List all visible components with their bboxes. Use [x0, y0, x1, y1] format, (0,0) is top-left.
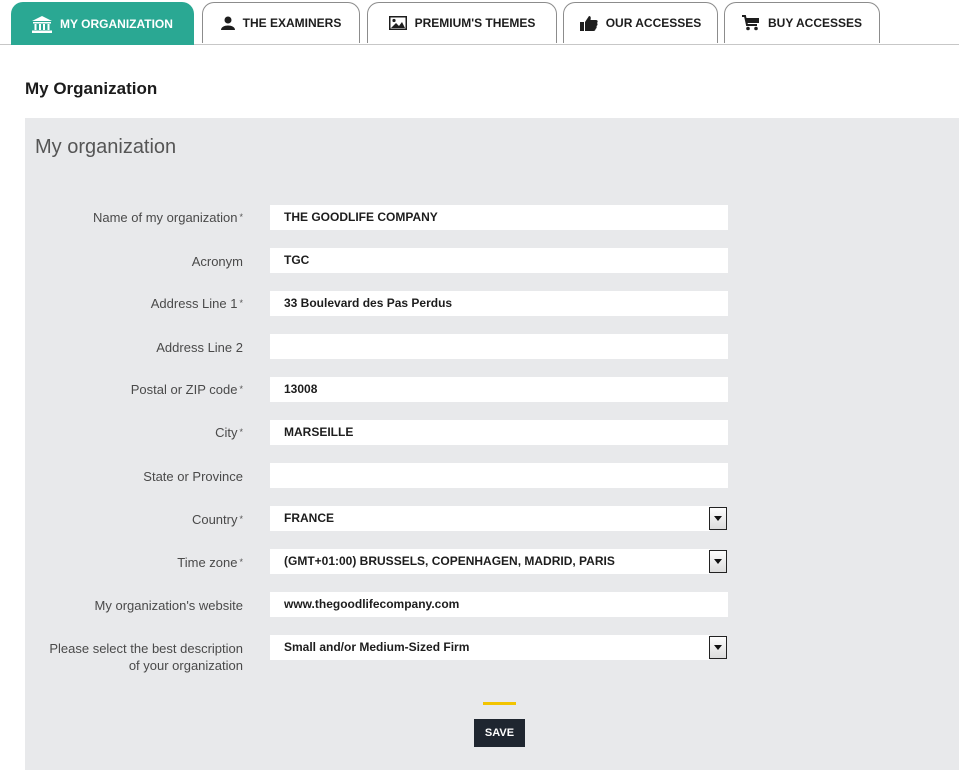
country-select[interactable]: FRANCE [270, 506, 710, 531]
thumbs-up-icon [579, 15, 598, 31]
user-icon [220, 16, 235, 30]
tab-buy-accesses[interactable]: BUY ACCESSES [724, 2, 880, 43]
description-label: Please select the best description of yo… [49, 641, 243, 673]
address-line-2-input[interactable] [270, 334, 728, 359]
time-zone-label: Time zone * [177, 555, 243, 570]
address-line-1-input[interactable] [270, 291, 728, 316]
tab-label: MY ORGANIZATION [60, 17, 173, 31]
tab-premiums-themes[interactable]: PREMIUM'S THEMES [367, 2, 557, 43]
tab-label: PREMIUM'S THEMES [414, 16, 536, 30]
name-label: Name of my organization * [92, 210, 243, 225]
tab-label: BUY ACCESSES [767, 16, 863, 30]
tab-label: OUR ACCESSES [605, 16, 702, 30]
postal-code-input[interactable] [270, 377, 728, 402]
country-dropdown-button[interactable] [709, 507, 727, 530]
country-label: Country * [191, 512, 243, 527]
acronym-input[interactable] [270, 248, 728, 273]
panel-title: My organization [35, 136, 177, 158]
tab-label: THE EXAMINERS [242, 16, 342, 30]
tab-bar: MY ORGANIZATION THE EXAMINERS PREMIUM'S … [0, 0, 959, 46]
website-label: My organization's website [94, 598, 243, 613]
address-line-2-label: Address Line 2 [156, 340, 243, 355]
state-input[interactable] [270, 463, 728, 488]
description-dropdown-button[interactable] [709, 636, 727, 659]
chevron-down-icon [714, 645, 722, 650]
organization-description-select[interactable]: Small and/or Medium-Sized Firm [270, 635, 710, 660]
organization-name-input[interactable] [270, 205, 728, 230]
cart-icon [741, 15, 760, 31]
address-line-1-label: Address Line 1 * [150, 296, 243, 311]
tab-the-examiners[interactable]: THE EXAMINERS [202, 2, 360, 43]
divider [483, 702, 516, 705]
chevron-down-icon [714, 559, 722, 564]
organization-form-panel: My organization Name of my organization *… [25, 118, 959, 770]
bank-icon [32, 15, 53, 33]
page-title: My Organization [25, 79, 158, 98]
tab-our-accesses[interactable]: OUR ACCESSES [563, 2, 718, 43]
city-input[interactable] [270, 420, 728, 445]
image-icon [388, 16, 407, 30]
acronym-label: Acronym [191, 254, 243, 269]
tab-my-organization[interactable]: MY ORGANIZATION [11, 2, 194, 45]
save-button[interactable]: SAVE [474, 719, 525, 747]
postal-code-label: Postal or ZIP code * [130, 382, 243, 397]
website-input[interactable] [270, 592, 728, 617]
chevron-down-icon [714, 516, 722, 521]
time-zone-dropdown-button[interactable] [709, 550, 727, 573]
city-label: City * [215, 425, 243, 440]
state-label: State or Province [143, 469, 243, 484]
time-zone-select[interactable]: (GMT+01:00) BRUSSELS, COPENHAGEN, MADRID… [270, 549, 710, 574]
